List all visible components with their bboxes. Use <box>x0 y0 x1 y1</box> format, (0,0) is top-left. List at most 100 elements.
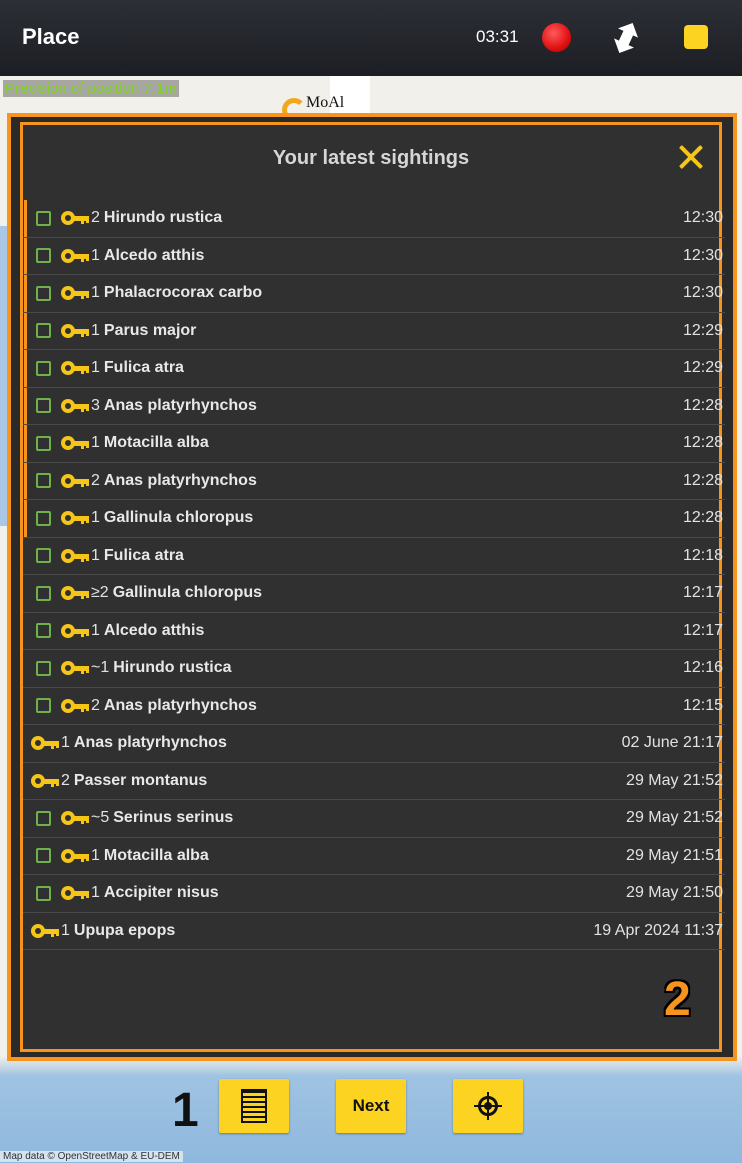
sighting-checkbox[interactable] <box>36 285 51 301</box>
sighting-species: Alcedo atthis <box>103 246 205 264</box>
sighting-checkbox[interactable] <box>36 473 51 489</box>
sighting-count: 2 <box>91 696 100 714</box>
sighting-species: Gallinula chloropus <box>112 584 263 602</box>
sighting-row[interactable]: 1 Fulica atra 12:18 <box>23 538 725 575</box>
sighting-species: Accipiter nisus <box>103 884 219 902</box>
recording-timer: 03:31 <box>476 27 519 46</box>
sighting-row[interactable]: ≥2 Gallinula chloropus 12:17 <box>23 575 725 613</box>
sighting-count: 1 <box>91 434 100 452</box>
sighting-row[interactable]: 3 Anas platyrhynchos 12:28 <box>23 387 725 425</box>
sighting-row[interactable]: ~1 Hirundo rustica 12:16 <box>23 650 725 688</box>
sighting-checkbox[interactable] <box>36 435 51 451</box>
key-icon <box>61 886 89 901</box>
sighting-row[interactable]: 1 Motacilla alba 29 May 21:51 <box>23 838 725 875</box>
sighting-row[interactable]: ~5 Serinus serinus 29 May 21:52 <box>23 800 725 838</box>
key-icon <box>31 923 59 938</box>
key-icon <box>61 548 89 563</box>
sighting-count: 1 <box>91 321 100 339</box>
sighting-row[interactable]: 1 Gallinula chloropus 12:28 <box>23 500 725 538</box>
sighting-checkbox[interactable] <box>36 848 51 864</box>
sighting-row[interactable]: 1 Motacilla alba 12:28 <box>23 425 725 463</box>
sighting-count: 1 <box>61 734 70 752</box>
sighting-row[interactable]: 2 Anas platyrhynchos 12:15 <box>23 688 725 725</box>
sighting-row[interactable]: 1 Anas platyrhynchos 02 June 21:17 <box>23 725 725 763</box>
stop-icon[interactable] <box>684 25 708 49</box>
sighting-time: 12:28 <box>682 509 723 527</box>
sighting-row[interactable]: 1 Alcedo atthis 12:30 <box>23 237 725 275</box>
position-precision: Precision of position 7.1m <box>3 80 179 97</box>
sighting-count: ≥2 <box>91 584 109 602</box>
sighting-checkbox[interactable] <box>36 398 51 414</box>
sighting-species: Motacilla alba <box>103 434 209 452</box>
key-icon <box>61 698 89 713</box>
sighting-checkbox[interactable] <box>36 510 51 526</box>
locate-button[interactable] <box>453 1079 523 1133</box>
sighting-time: 12:28 <box>682 396 723 414</box>
sighting-checkbox[interactable] <box>36 548 51 564</box>
key-icon <box>61 811 89 826</box>
key-icon <box>31 773 59 788</box>
sync-arrows-icon[interactable] <box>608 20 644 56</box>
sighting-row[interactable]: 1 Upupa epops 19 Apr 2024 11:37 <box>23 913 725 950</box>
key-icon <box>61 511 89 526</box>
sighting-species: Fulica atra <box>103 546 184 564</box>
sighting-count: 1 <box>91 846 100 864</box>
sighting-checkbox[interactable] <box>36 810 51 826</box>
sighting-checkbox[interactable] <box>36 698 51 714</box>
sighting-checkbox[interactable] <box>36 885 51 901</box>
sighting-time: 12:29 <box>682 321 723 339</box>
map-place-label: MoAl <box>306 94 345 111</box>
key-icon <box>61 661 89 676</box>
sighting-count: 2 <box>91 209 100 227</box>
sighting-time: 12:28 <box>682 434 723 452</box>
key-icon <box>61 398 89 413</box>
next-button[interactable]: Next <box>336 1079 406 1133</box>
key-icon <box>61 623 89 638</box>
key-icon <box>61 473 89 488</box>
sighting-count: 1 <box>61 921 70 939</box>
sighting-species: Serinus serinus <box>113 809 234 827</box>
sighting-species: Hirundo rustica <box>103 209 223 227</box>
sighting-row[interactable]: 1 Phalacrocorax carbo 12:30 <box>23 275 725 313</box>
sighting-row[interactable]: 1 Parus major 12:29 <box>23 312 725 350</box>
sighting-checkbox[interactable] <box>36 323 51 339</box>
sighting-time: 12:30 <box>682 284 723 302</box>
sighting-time: 19 Apr 2024 11:37 <box>593 921 723 939</box>
dialog-title: Your latest sightings <box>272 147 470 169</box>
sighting-row[interactable]: 1 Accipiter nisus 29 May 21:50 <box>23 875 725 913</box>
sighting-count: 3 <box>91 396 100 414</box>
sighting-count: ~1 <box>91 659 110 677</box>
sighting-species: Hirundo rustica <box>113 659 232 677</box>
sighting-time: 12:17 <box>682 584 723 602</box>
sighting-row[interactable]: 2 Anas platyrhynchos 12:28 <box>23 462 725 500</box>
sighting-species: Anas platyrhynchos <box>103 696 257 714</box>
sighting-species: Motacilla alba <box>103 846 209 864</box>
annotation-number-1: 1 <box>172 1084 199 1137</box>
sighting-checkbox[interactable] <box>36 623 51 639</box>
sighting-time: 12:18 <box>682 546 723 564</box>
sighting-checkbox[interactable] <box>36 660 51 676</box>
sighting-species: Gallinula chloropus <box>103 509 254 527</box>
sightings-list-button[interactable] <box>219 1079 289 1133</box>
map-attribution: Map data © OpenStreetMap & EU-DEM <box>0 1151 183 1162</box>
sighting-species: Anas platyrhynchos <box>73 734 227 752</box>
sighting-time: 12:30 <box>682 209 723 227</box>
sighting-count: 1 <box>91 546 100 564</box>
sighting-row[interactable]: 2 Hirundo rustica 12:30 <box>23 200 725 238</box>
sighting-row[interactable]: 2 Passer montanus 29 May 21:52 <box>23 763 725 800</box>
key-icon <box>61 361 89 376</box>
sighting-row[interactable]: 1 Fulica atra 12:29 <box>23 350 725 388</box>
sighting-checkbox[interactable] <box>36 248 51 264</box>
record-icon[interactable] <box>542 23 571 52</box>
sighting-checkbox[interactable] <box>36 210 51 226</box>
sighting-checkbox[interactable] <box>36 585 51 601</box>
sighting-row[interactable]: 1 Alcedo atthis 12:17 <box>23 613 725 650</box>
sighting-species: Fulica atra <box>103 359 184 377</box>
sighting-count: 1 <box>91 884 100 902</box>
sighting-species: Parus major <box>103 321 197 339</box>
sighting-checkbox[interactable] <box>36 360 51 376</box>
close-icon[interactable] <box>677 143 705 171</box>
sighting-time: 12:28 <box>682 471 723 489</box>
sighting-count: 2 <box>61 771 70 789</box>
sighting-count: ~5 <box>91 809 110 827</box>
